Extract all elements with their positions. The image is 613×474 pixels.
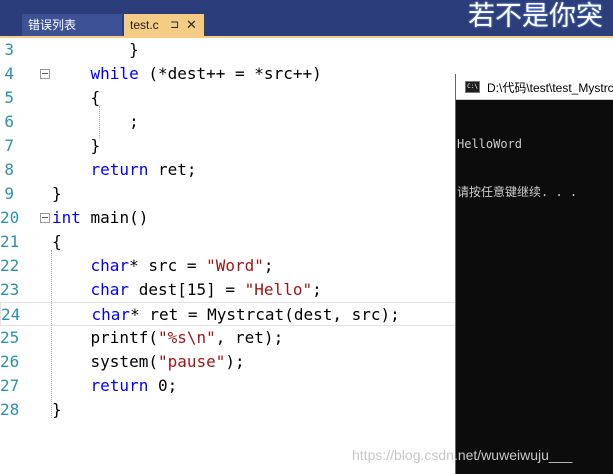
code-token: , ret); bbox=[215, 328, 284, 347]
close-icon[interactable]: ✕ bbox=[186, 14, 197, 36]
string-token: "Hello" bbox=[244, 280, 313, 299]
code-text: } bbox=[52, 398, 62, 422]
code-token: dest[15] = bbox=[129, 280, 245, 299]
code-token: printf( bbox=[52, 328, 158, 347]
code-text: { bbox=[52, 230, 62, 254]
line-number: 7 bbox=[4, 136, 14, 155]
keyword-token: int bbox=[52, 208, 81, 227]
keyword-token: return bbox=[90, 160, 149, 179]
code-token: main() bbox=[80, 208, 149, 227]
code-token: } bbox=[52, 400, 62, 419]
code-text: { bbox=[52, 86, 101, 110]
code-text: } bbox=[52, 38, 139, 62]
console-output-line: 请按任意键继续. . . bbox=[457, 185, 578, 199]
line-number: 28 bbox=[0, 400, 20, 419]
pin-icon[interactable]: ⊐ bbox=[170, 14, 179, 36]
code-text: } bbox=[52, 182, 62, 206]
document-tab-bar: 错误列表 test.c ⊐ ✕ 若不是你突 bbox=[0, 0, 613, 36]
code-token: { bbox=[52, 88, 101, 107]
code-token: ; bbox=[312, 280, 322, 299]
code-text: } bbox=[52, 134, 101, 158]
code-token: { bbox=[52, 232, 62, 251]
indent-guide bbox=[99, 106, 100, 138]
keyword-token: char bbox=[90, 280, 130, 299]
code-token: * src = bbox=[129, 256, 207, 275]
code-token: } bbox=[52, 40, 139, 59]
code-text: system("pause"); bbox=[52, 350, 245, 374]
code-token: system( bbox=[52, 352, 158, 371]
indent-guide bbox=[51, 250, 52, 418]
line-number: 21 bbox=[0, 232, 20, 251]
code-text: printf("%s\n", ret); bbox=[52, 326, 284, 350]
tab-error-list[interactable]: 错误列表 bbox=[22, 14, 122, 36]
console-output: HelloWord 请按任意键继续. . . bbox=[457, 104, 577, 232]
code-text: while (*dest++ = *src++) bbox=[52, 62, 322, 86]
line-number: 22 bbox=[0, 256, 20, 275]
code-text: ; bbox=[52, 110, 139, 134]
console-title: D:\代码\test\test_Mystrcat bbox=[487, 81, 613, 95]
keyword-token: return bbox=[90, 376, 149, 395]
string-token: "Word" bbox=[206, 256, 264, 275]
line-number: 4 bbox=[4, 64, 14, 83]
code-token: 0; bbox=[148, 376, 178, 395]
line-number: 6 bbox=[4, 112, 14, 131]
code-text: char dest[15] = "Hello"; bbox=[52, 278, 322, 302]
keyword-token: char bbox=[91, 305, 131, 324]
tab-test-c-label: test.c bbox=[130, 18, 159, 32]
tab-error-list-label: 错误列表 bbox=[28, 18, 77, 32]
code-text: return 0; bbox=[52, 374, 178, 398]
line-number: 8 bbox=[4, 160, 14, 179]
code-token: ; bbox=[263, 256, 274, 275]
code-token: (*dest++ = *src++) bbox=[138, 64, 322, 83]
line-number: 3 bbox=[4, 40, 14, 59]
code-token: * ret = Mystrcat(dest, src); bbox=[130, 305, 400, 324]
string-token: "pause" bbox=[157, 352, 226, 371]
line-number: 25 bbox=[0, 328, 20, 347]
code-token: ); bbox=[225, 352, 245, 371]
console-output-line: HelloWord bbox=[457, 137, 523, 151]
watermark: https://blog.csdn.net/wuweiwuju___ bbox=[352, 447, 573, 463]
line-number: 27 bbox=[0, 376, 20, 395]
line-number: 26 bbox=[0, 352, 20, 371]
line-number: 9 bbox=[4, 184, 14, 203]
code-token: ret; bbox=[148, 160, 197, 179]
keyword-token: while bbox=[90, 64, 139, 83]
console-window[interactable]: C:\ D:\代码\test\test_Mystrcat HelloWord 请… bbox=[455, 74, 613, 474]
code-text: int main() bbox=[52, 206, 148, 230]
console-app-icon: C:\ bbox=[465, 81, 480, 93]
keyword-token: char bbox=[90, 256, 130, 275]
code-token: } bbox=[52, 184, 62, 203]
line-number: 20 bbox=[0, 208, 20, 227]
fold-toggle-icon[interactable] bbox=[40, 213, 50, 223]
code-text: char* ret = Mystrcat(dest, src); bbox=[53, 303, 400, 327]
console-title-bar[interactable]: C:\ D:\代码\test\test_Mystrcat bbox=[456, 74, 613, 100]
tab-test-c[interactable]: test.c ⊐ ✕ bbox=[124, 14, 204, 36]
code-token: ; bbox=[52, 112, 139, 131]
code-line[interactable]: 3 } bbox=[0, 38, 613, 62]
fold-toggle-icon[interactable] bbox=[40, 69, 50, 79]
header-overlay-text: 若不是你突 bbox=[468, 1, 603, 31]
code-text: char* src = "Word"; bbox=[52, 254, 274, 278]
code-text: return ret; bbox=[52, 158, 197, 182]
line-number: 5 bbox=[4, 88, 14, 107]
code-token: } bbox=[52, 136, 101, 155]
line-number: 24 bbox=[1, 305, 21, 324]
string-token: "%s\n" bbox=[157, 328, 216, 347]
line-number: 23 bbox=[0, 280, 20, 299]
